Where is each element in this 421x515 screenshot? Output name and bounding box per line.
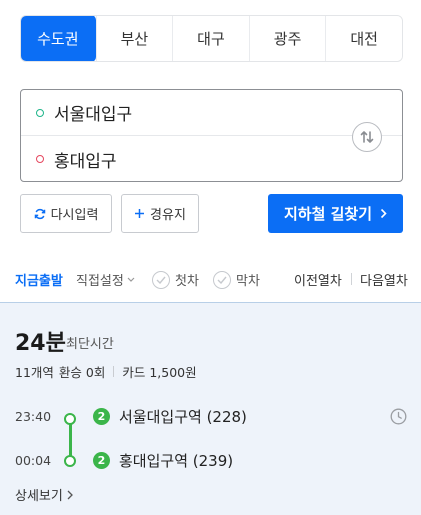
plus-icon	[134, 208, 145, 219]
last-train-label: 막차	[236, 274, 260, 289]
check-icon	[152, 270, 170, 289]
green-dot-icon	[36, 108, 44, 117]
route-node-end	[64, 455, 76, 467]
departure-field[interactable]: 서울대입구	[21, 90, 402, 136]
departure-time: 23:40	[15, 409, 52, 424]
line-badge: 2	[93, 408, 110, 425]
chevron-right-icon	[67, 490, 73, 500]
first-train-option[interactable]: 첫차	[152, 270, 199, 289]
divider	[351, 273, 352, 285]
time-options-bar: 지금출발 직접설정 첫차 막차 이전열차 다음열차	[0, 258, 421, 302]
reset-button[interactable]: 다시입력	[20, 194, 112, 233]
refresh-icon	[34, 208, 46, 220]
tab-gwangju[interactable]: 광주	[248, 16, 326, 61]
tab-daejeon[interactable]: 대전	[325, 16, 402, 61]
travel-duration: 24분	[15, 331, 66, 356]
arrival-station: 홍대입구	[54, 151, 117, 172]
transfer-count: 환승 0회	[58, 365, 106, 380]
clock-icon[interactable]	[390, 408, 407, 425]
swap-button[interactable]	[352, 122, 382, 152]
add-via-button[interactable]: 경유지	[121, 194, 199, 233]
tab-daegu[interactable]: 대구	[172, 16, 249, 61]
tab-seoul-metro[interactable]: 수도권	[21, 16, 96, 61]
tab-busan[interactable]: 부산	[95, 16, 173, 61]
depart-now-option[interactable]: 지금출발	[15, 270, 63, 289]
check-icon	[213, 270, 231, 289]
detail-label: 상세보기	[15, 489, 63, 504]
custom-time-label: 직접설정	[76, 274, 124, 289]
next-train-link[interactable]: 다음열차	[360, 270, 408, 289]
duration-label: 최단시간	[66, 337, 114, 352]
arrival-stop[interactable]: 홍대입구역 (239)	[119, 450, 233, 471]
custom-time-option[interactable]: 직접설정	[76, 270, 135, 289]
departure-stop[interactable]: 서울대입구역 (228)	[119, 406, 247, 427]
first-train-label: 첫차	[175, 274, 199, 289]
fare: 카드 1,500원	[122, 365, 197, 380]
detail-link[interactable]: 상세보기	[15, 485, 73, 504]
search-route-button[interactable]: 지하철 길찾기	[268, 194, 403, 233]
station-input-box: 서울대입구 홍대입구	[20, 89, 403, 182]
prev-train-link[interactable]: 이전열차	[294, 270, 342, 289]
chevron-down-icon	[127, 277, 135, 282]
search-label: 지하철 길찾기	[283, 205, 373, 223]
red-dot-icon	[36, 155, 44, 163]
station-count: 11개역	[15, 365, 54, 380]
route-result: 24분 최단시간 11개역 환승 0회 카드 1,500원 23:40 00:0…	[0, 303, 421, 515]
route-node-start	[64, 413, 76, 425]
arrival-time: 00:04	[15, 453, 52, 468]
region-tabs: 수도권 부산 대구 광주 대전	[20, 15, 403, 62]
chevron-right-icon	[380, 208, 387, 219]
arrival-field[interactable]: 홍대입구	[21, 136, 341, 182]
divider	[113, 366, 115, 377]
line-badge: 2	[93, 452, 110, 469]
route-summary: 11개역 환승 0회 카드 1,500원	[15, 362, 197, 381]
departure-station: 서울대입구	[54, 105, 133, 125]
via-label: 경유지	[150, 208, 186, 223]
reset-label: 다시입력	[50, 208, 99, 223]
last-train-option[interactable]: 막차	[213, 270, 260, 289]
swap-arrows-icon	[360, 131, 374, 143]
